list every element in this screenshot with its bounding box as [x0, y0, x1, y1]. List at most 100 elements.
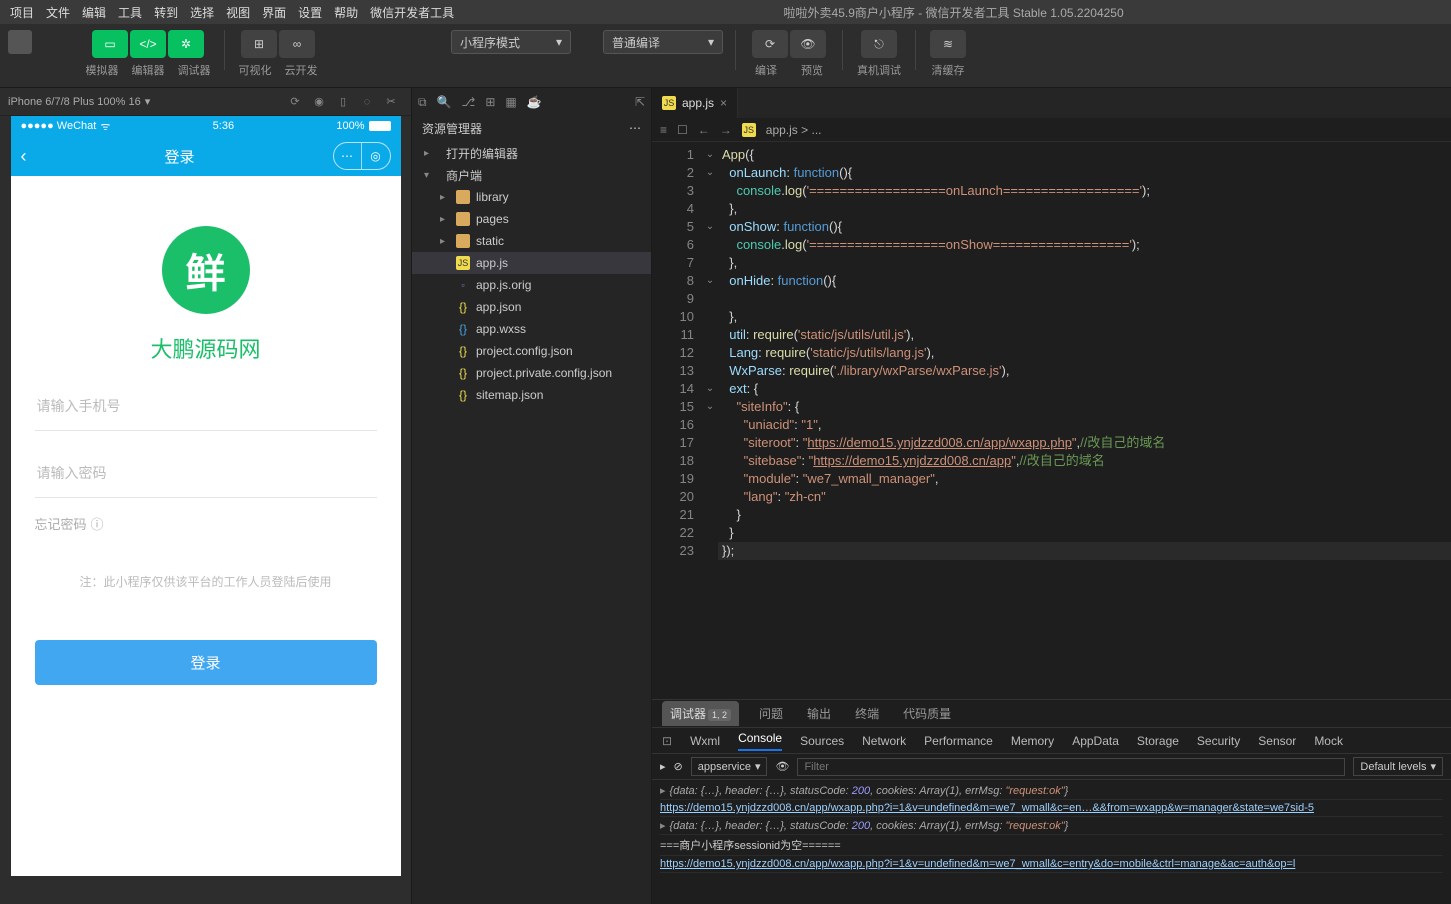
panel-tab-输出[interactable]: 输出	[803, 701, 835, 726]
devtools-tab-wxml[interactable]: Wxml	[690, 734, 720, 748]
tree-item-打开的编辑器[interactable]: ▸打开的编辑器	[412, 142, 651, 164]
panel-tab-问题[interactable]: 问题	[755, 701, 787, 726]
panel-tab-代码质量[interactable]: 代码质量	[899, 701, 955, 726]
fold-line-9[interactable]	[702, 290, 718, 308]
mode-dropdown[interactable]: 小程序模式▾	[451, 30, 571, 54]
levels-dropdown[interactable]: Default levels ▾	[1353, 757, 1443, 776]
debugger-toggle[interactable]: ✲	[168, 30, 204, 58]
tree-item-project.config.json[interactable]: {}project.config.json	[412, 340, 651, 362]
compile-button[interactable]: ⟳	[752, 30, 788, 58]
capsule-menu-icon[interactable]: ⋯	[334, 143, 362, 169]
capsule-close-icon[interactable]: ◎	[362, 143, 390, 169]
fold-line-23[interactable]	[702, 542, 718, 560]
coffee-icon[interactable]: ☕	[527, 95, 542, 109]
menu-视图[interactable]: 视图	[220, 2, 256, 23]
refresh-icon[interactable]: ⟳	[283, 90, 307, 114]
editor-toggle[interactable]: </>	[130, 30, 166, 58]
devtools-tab-storage[interactable]: Storage	[1137, 734, 1179, 748]
chevron-down-icon[interactable]: ▾	[145, 95, 151, 108]
fold-line-4[interactable]	[702, 200, 718, 218]
fold-line-16[interactable]	[702, 416, 718, 434]
fold-line-14[interactable]: ⌄	[702, 380, 718, 398]
devtools-tab-network[interactable]: Network	[862, 734, 906, 748]
close-icon[interactable]: ×	[720, 96, 727, 110]
login-button[interactable]: 登录	[35, 640, 377, 685]
fold-line-7[interactable]	[702, 254, 718, 272]
devtools-tab-sensor[interactable]: Sensor	[1258, 734, 1296, 748]
fold-line-22[interactable]	[702, 524, 718, 542]
password-input[interactable]: 请输入密码	[35, 449, 377, 498]
tree-item-library[interactable]: ▸library	[412, 186, 651, 208]
devtools-tab-console[interactable]: Console	[738, 731, 782, 751]
fold-line-5[interactable]: ⌄	[702, 218, 718, 236]
console-line[interactable]: https://demo15.ynjdzzd008.cn/app/wxapp.p…	[660, 800, 1443, 817]
tree-item-project.private.config.json[interactable]: {}project.private.config.json	[412, 362, 651, 384]
breadcrumb-path[interactable]: app.js > ...	[766, 123, 822, 137]
tree-item-sitemap.json[interactable]: {}sitemap.json	[412, 384, 651, 406]
devtools-tab-performance[interactable]: Performance	[924, 734, 993, 748]
console-line[interactable]: ===商户小程序sessionid为空======	[660, 835, 1443, 856]
more-icon[interactable]: ⋯	[629, 121, 641, 135]
devtools-tab-appdata[interactable]: AppData	[1072, 734, 1119, 748]
forgot-password-link[interactable]: 忘记密码ⓘ	[35, 514, 104, 533]
code-content[interactable]: App({ onLaunch: function(){ console.log(…	[718, 142, 1451, 699]
panel-tab-调试器[interactable]: 调试器1, 2	[662, 701, 739, 726]
fold-line-19[interactable]	[702, 470, 718, 488]
phone-input[interactable]: 请输入手机号	[35, 382, 377, 431]
fold-line-20[interactable]	[702, 488, 718, 506]
visualize-button[interactable]: ⊞	[241, 30, 277, 58]
context-dropdown[interactable]: appservice ▾	[691, 757, 768, 776]
files-icon[interactable]: ⧉	[418, 95, 427, 110]
devtools-tab-security[interactable]: Security	[1197, 734, 1240, 748]
fold-line-2[interactable]: ⌄	[702, 164, 718, 182]
menu-编辑[interactable]: 编辑	[76, 2, 112, 23]
menu-工具[interactable]: 工具	[112, 2, 148, 23]
console-clear-icon[interactable]: ⊘	[674, 760, 683, 773]
console-line[interactable]: https://demo15.ynjdzzd008.cn/app/wxapp.p…	[660, 856, 1443, 873]
eye-icon[interactable]: 👁	[775, 760, 789, 773]
menu-帮助[interactable]: 帮助	[328, 2, 364, 23]
fold-line-13[interactable]	[702, 362, 718, 380]
tree-item-app.js[interactable]: JSapp.js	[412, 252, 651, 274]
console-body[interactable]: ▸{data: {…}, header: {…}, statusCode: 20…	[652, 780, 1451, 904]
cut-icon[interactable]: ✂	[379, 90, 403, 114]
remote-debug-button[interactable]: ⎋	[861, 30, 897, 58]
forward-icon[interactable]: →	[720, 123, 732, 137]
fold-line-15[interactable]: ⌄	[702, 398, 718, 416]
fold-line-12[interactable]	[702, 344, 718, 362]
menu-转到[interactable]: 转到	[148, 2, 184, 23]
filter-input[interactable]	[797, 758, 1345, 776]
console-line[interactable]: ▸{data: {…}, header: {…}, statusCode: 20…	[660, 782, 1443, 800]
bookmark-icon[interactable]: ☐	[677, 123, 688, 137]
scm-icon[interactable]: ⎇	[462, 95, 476, 109]
mute-icon[interactable]: ◌	[355, 90, 379, 114]
tree-item-app.js.orig[interactable]: ▫app.js.orig	[412, 274, 651, 296]
editor-tab-appjs[interactable]: JS app.js ×	[652, 88, 738, 118]
devtools-tab-memory[interactable]: Memory	[1011, 734, 1054, 748]
fold-line-6[interactable]	[702, 236, 718, 254]
tree-item-商户端[interactable]: ▾商户端	[412, 164, 651, 186]
list-icon[interactable]: ≡	[660, 123, 667, 137]
fold-line-18[interactable]	[702, 452, 718, 470]
inspect-icon[interactable]: ⊡	[662, 734, 672, 748]
preview-button[interactable]: 👁	[790, 30, 826, 58]
extensions-icon[interactable]: ⊞	[485, 95, 495, 109]
tree-item-pages[interactable]: ▸pages	[412, 208, 651, 230]
console-line[interactable]: ▸{data: {…}, header: {…}, statusCode: 20…	[660, 817, 1443, 835]
fold-line-3[interactable]	[702, 182, 718, 200]
devtools-tab-mock[interactable]: Mock	[1314, 734, 1343, 748]
panel-tab-终端[interactable]: 终端	[851, 701, 883, 726]
menu-项目[interactable]: 项目	[4, 2, 40, 23]
menu-设置[interactable]: 设置	[292, 2, 328, 23]
menu-文件[interactable]: 文件	[40, 2, 76, 23]
fold-line-11[interactable]	[702, 326, 718, 344]
console-play-icon[interactable]: ▸	[660, 760, 666, 773]
cloud-dev-button[interactable]: ∞	[279, 30, 315, 58]
code-editor[interactable]: 1234567891011121314151617181920212223 ⌄⌄…	[652, 142, 1451, 699]
compile-mode-dropdown[interactable]: 普通编译▾	[603, 30, 723, 54]
device-select[interactable]: iPhone 6/7/8 Plus 100% 16	[8, 96, 141, 108]
layout-icon[interactable]: ▦	[505, 95, 516, 109]
search-icon[interactable]: 🔍	[437, 95, 452, 109]
devtools-tab-sources[interactable]: Sources	[800, 734, 844, 748]
tree-item-app.wxss[interactable]: {}app.wxss	[412, 318, 651, 340]
